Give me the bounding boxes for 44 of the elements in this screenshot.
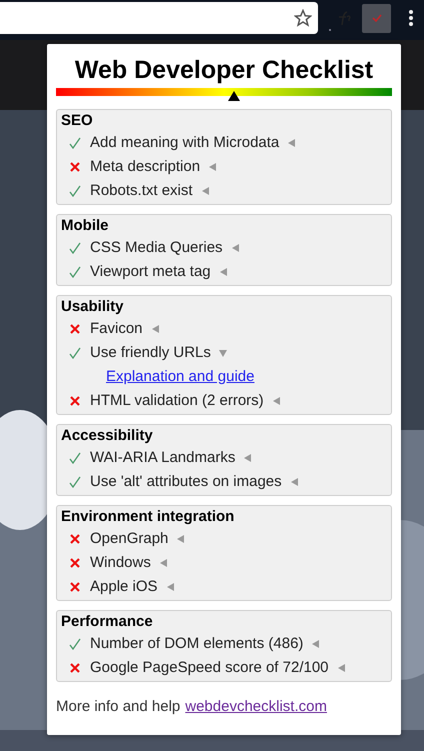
- check-label: Windows: [90, 552, 151, 573]
- section-title: SEO: [61, 111, 94, 131]
- check-label: Google PageSpeed score of 72/100: [90, 658, 329, 678]
- section-title: Environment integration: [61, 507, 236, 527]
- check-label: HTML validation (2 errors): [90, 390, 264, 411]
- check-label: WAI-ARIA Landmarks: [90, 448, 236, 468]
- check-label: Number of DOM elements (486): [90, 634, 304, 654]
- check-label: Favicon: [90, 318, 143, 339]
- check-label: Apple iOS: [90, 576, 158, 597]
- expand-toggle[interactable]: [158, 558, 168, 568]
- expand-toggle[interactable]: [242, 453, 252, 463]
- expand-toggle[interactable]: [310, 639, 320, 649]
- check-label: Viewport meta tag: [90, 262, 211, 282]
- check-label: CSS Media Queries: [90, 238, 223, 258]
- check-label: Add meaning with Microdata: [90, 132, 280, 153]
- expand-toggle[interactable]: [175, 534, 186, 544]
- expand-toggle[interactable]: [270, 396, 281, 406]
- check-label: OpenGraph: [90, 528, 168, 549]
- guide-link[interactable]: Explanation and guide: [106, 366, 254, 388]
- expand-toggle[interactable]: [288, 477, 299, 487]
- section-title: Accessibility: [61, 426, 154, 446]
- check-label: Robots.txt exist: [90, 180, 193, 201]
- expand-toggle[interactable]: [336, 663, 346, 673]
- section-title: Usability: [61, 297, 125, 317]
- expand-toggle[interactable]: [150, 324, 160, 334]
- check-label: Meta description: [90, 156, 200, 177]
- check-label: Use 'alt' attributes on images: [90, 472, 282, 492]
- expand-toggle[interactable]: [200, 186, 210, 196]
- website-link[interactable]: webdevchecklist.com: [185, 696, 327, 718]
- expand-toggle[interactable]: [164, 582, 175, 592]
- expand-toggle[interactable]: [218, 348, 228, 358]
- menu-icon[interactable]: [409, 9, 413, 27]
- section-title: Performance: [61, 612, 154, 632]
- expand-toggle[interactable]: [230, 243, 240, 253]
- check-label: Use friendly URLs: [90, 342, 211, 363]
- check-icon: [372, 14, 382, 22]
- star-icon[interactable]: [294, 9, 312, 27]
- popup-title: Web Developer Checklist: [74, 56, 374, 84]
- checklist-extension-button[interactable]: [362, 4, 391, 32]
- section-title: Mobile: [61, 216, 110, 236]
- expand-toggle[interactable]: [207, 162, 218, 172]
- footer-text: More info and help: [56, 697, 180, 717]
- expand-toggle[interactable]: [218, 267, 228, 277]
- expand-toggle[interactable]: [286, 138, 296, 148]
